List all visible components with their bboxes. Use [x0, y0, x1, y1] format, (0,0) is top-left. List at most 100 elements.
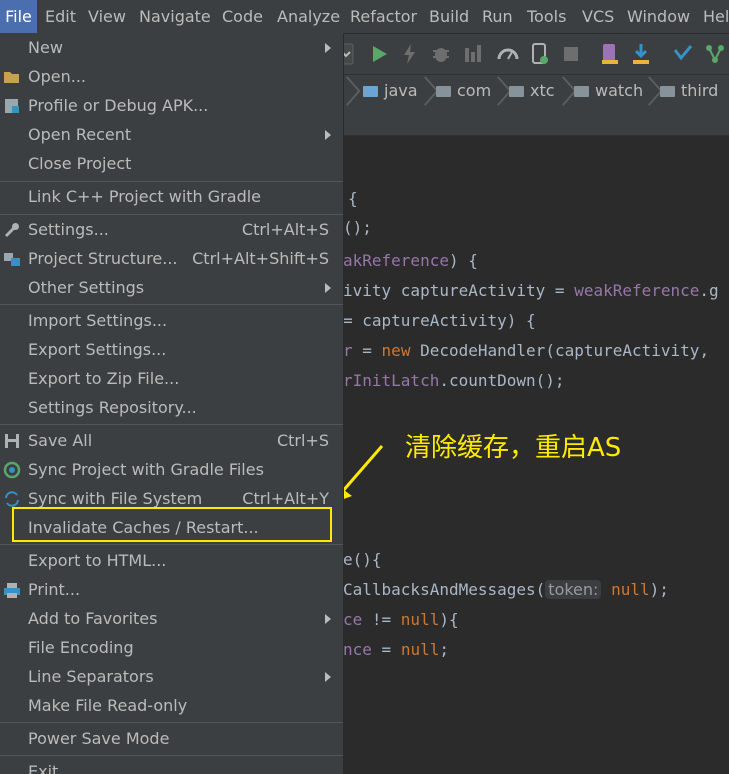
breadcrumb-label: xtc [530, 81, 555, 100]
menu-help[interactable]: Hel [703, 0, 729, 33]
menu-item-label: Add to Favorites [28, 609, 158, 628]
package-icon [509, 86, 524, 97]
package-icon [660, 86, 675, 97]
submenu-arrow-icon [325, 672, 331, 682]
navigation-bar: java com xtc watch third [343, 74, 729, 107]
menu-item-sync-gradle[interactable]: Sync Project with Gradle Files [0, 455, 343, 484]
sync-icon [5, 491, 19, 507]
stop-icon[interactable] [559, 42, 583, 66]
submenu-arrow-icon [325, 614, 331, 624]
menu-item-line-separators[interactable]: Line Separators [0, 662, 343, 691]
menu-item-make-readonly[interactable]: Make File Read-only [0, 691, 343, 720]
menu-window[interactable]: Window [627, 0, 690, 33]
apk-icon [5, 99, 19, 113]
submenu-arrow-icon [325, 283, 331, 293]
menu-item-label: Open Recent [28, 125, 132, 144]
menu-item-add-favorites[interactable]: Add to Favorites [0, 604, 343, 633]
menu-view[interactable]: View [88, 0, 126, 33]
menu-item-open[interactable]: Open... [0, 62, 343, 91]
breadcrumb-java[interactable]: java [363, 75, 418, 107]
code-line: rInitLatch.countDown(); [343, 371, 565, 390]
menu-item-label: Project Structure... [28, 249, 178, 268]
apply-changes-icon[interactable] [398, 42, 422, 66]
menu-item-save-all[interactable]: Save All Ctrl+S [0, 426, 343, 455]
package-icon [436, 86, 451, 97]
menu-analyze[interactable]: Analyze [277, 0, 340, 33]
menu-item-project-structure[interactable]: Project Structure... Ctrl+Alt+Shift+S [0, 244, 343, 273]
menu-item-export-zip[interactable]: Export to Zip File... [0, 364, 343, 393]
breadcrumb-xtc[interactable]: xtc [509, 75, 555, 107]
menu-refactor[interactable]: Refactor [350, 0, 417, 33]
menu-item-close-project[interactable]: Close Project [0, 149, 343, 178]
sdk-manager-icon[interactable] [629, 42, 653, 66]
menu-item-label: Import Settings... [28, 311, 168, 330]
menu-item-label: Close Project [28, 154, 132, 173]
breadcrumb-com[interactable]: com [436, 75, 491, 107]
menu-item-label: Export Settings... [28, 340, 167, 359]
menu-item-exit[interactable]: Exit [0, 757, 343, 774]
menu-item-label: Power Save Mode [28, 729, 170, 748]
menu-item-export-settings[interactable]: Export Settings... [0, 335, 343, 364]
breadcrumb-label: java [384, 81, 418, 100]
menu-tools[interactable]: Tools [527, 0, 566, 33]
folder-open-icon [4, 72, 19, 83]
code-line: CallbacksAndMessages(token: null); [343, 580, 669, 599]
package-icon [574, 86, 589, 97]
breadcrumb-label: watch [595, 81, 644, 100]
menu-vcs[interactable]: VCS [582, 0, 614, 33]
breadcrumb-third[interactable]: third [660, 75, 718, 107]
menu-item-power-save[interactable]: Power Save Mode [0, 724, 343, 753]
menu-code[interactable]: Code [222, 0, 263, 33]
menu-item-link-cpp[interactable]: Link C++ Project with Gradle [0, 182, 343, 211]
breadcrumb-label: com [457, 81, 492, 100]
menu-item-label: Exit [28, 762, 59, 774]
menu-navigate[interactable]: Navigate [139, 0, 211, 33]
menu-item-label: Open... [28, 67, 86, 86]
menu-item-new[interactable]: New [0, 33, 343, 62]
menu-item-export-html[interactable]: Export to HTML... [0, 546, 343, 575]
menu-separator [0, 304, 343, 305]
menu-item-label: New [28, 38, 63, 57]
menu-item-label: Link C++ Project with Gradle [28, 187, 262, 206]
project-structure-icon [4, 253, 20, 266]
menu-run[interactable]: Run [482, 0, 513, 33]
menu-item-import-settings[interactable]: Import Settings... [0, 306, 343, 335]
menu-file[interactable]: File [0, 0, 37, 33]
breadcrumb-watch[interactable]: watch [574, 75, 643, 107]
attach-debugger-icon[interactable] [461, 42, 485, 66]
editor-tab-strip [343, 107, 729, 136]
vcs-update-icon[interactable] [671, 42, 695, 66]
code-line: ivity captureActivity = weakReference.g [343, 281, 719, 300]
menu-item-label: Export to HTML... [28, 551, 167, 570]
highlight-box [12, 507, 332, 542]
menu-separator [0, 755, 343, 756]
avd-manager-icon[interactable] [598, 42, 622, 66]
debug-icon[interactable] [429, 42, 453, 66]
shortcut-label: Ctrl+S [276, 431, 329, 450]
menu-item-other-settings[interactable]: Other Settings [0, 273, 343, 302]
device-manager-icon[interactable] [528, 42, 552, 66]
file-menu: New Open... Profile or Debug APK... Open… [0, 33, 344, 774]
shortcut-label: Ctrl+Alt+Shift+S [192, 249, 329, 268]
menu-item-settings-repository[interactable]: Settings Repository... [0, 393, 343, 422]
menu-item-label: Profile or Debug APK... [28, 96, 209, 115]
profiler-icon[interactable] [496, 42, 520, 66]
menu-build[interactable]: Build [429, 0, 469, 33]
code-line: (); [343, 218, 372, 237]
menu-item-file-encoding[interactable]: File Encoding [0, 633, 343, 662]
menu-item-open-recent[interactable]: Open Recent [0, 120, 343, 149]
menu-item-label: File Encoding [28, 638, 134, 657]
run-icon[interactable] [367, 42, 391, 66]
menu-item-profile-apk[interactable]: Profile or Debug APK... [0, 91, 343, 120]
code-line: ce != null){ [343, 610, 459, 629]
save-icon [5, 434, 19, 448]
code-line: akReference) { [343, 251, 478, 270]
menu-item-settings[interactable]: Settings... Ctrl+Alt+S [0, 215, 343, 244]
parameter-hint: token: [545, 580, 602, 599]
toolbar [339, 34, 729, 74]
gradle-sync-icon [3, 461, 21, 479]
vcs-commit-icon[interactable] [703, 42, 727, 66]
menu-edit[interactable]: Edit [45, 0, 76, 33]
menu-item-print[interactable]: Print... [0, 575, 343, 604]
menu-bar: File Edit View Navigate Code Analyze Ref… [0, 0, 729, 34]
